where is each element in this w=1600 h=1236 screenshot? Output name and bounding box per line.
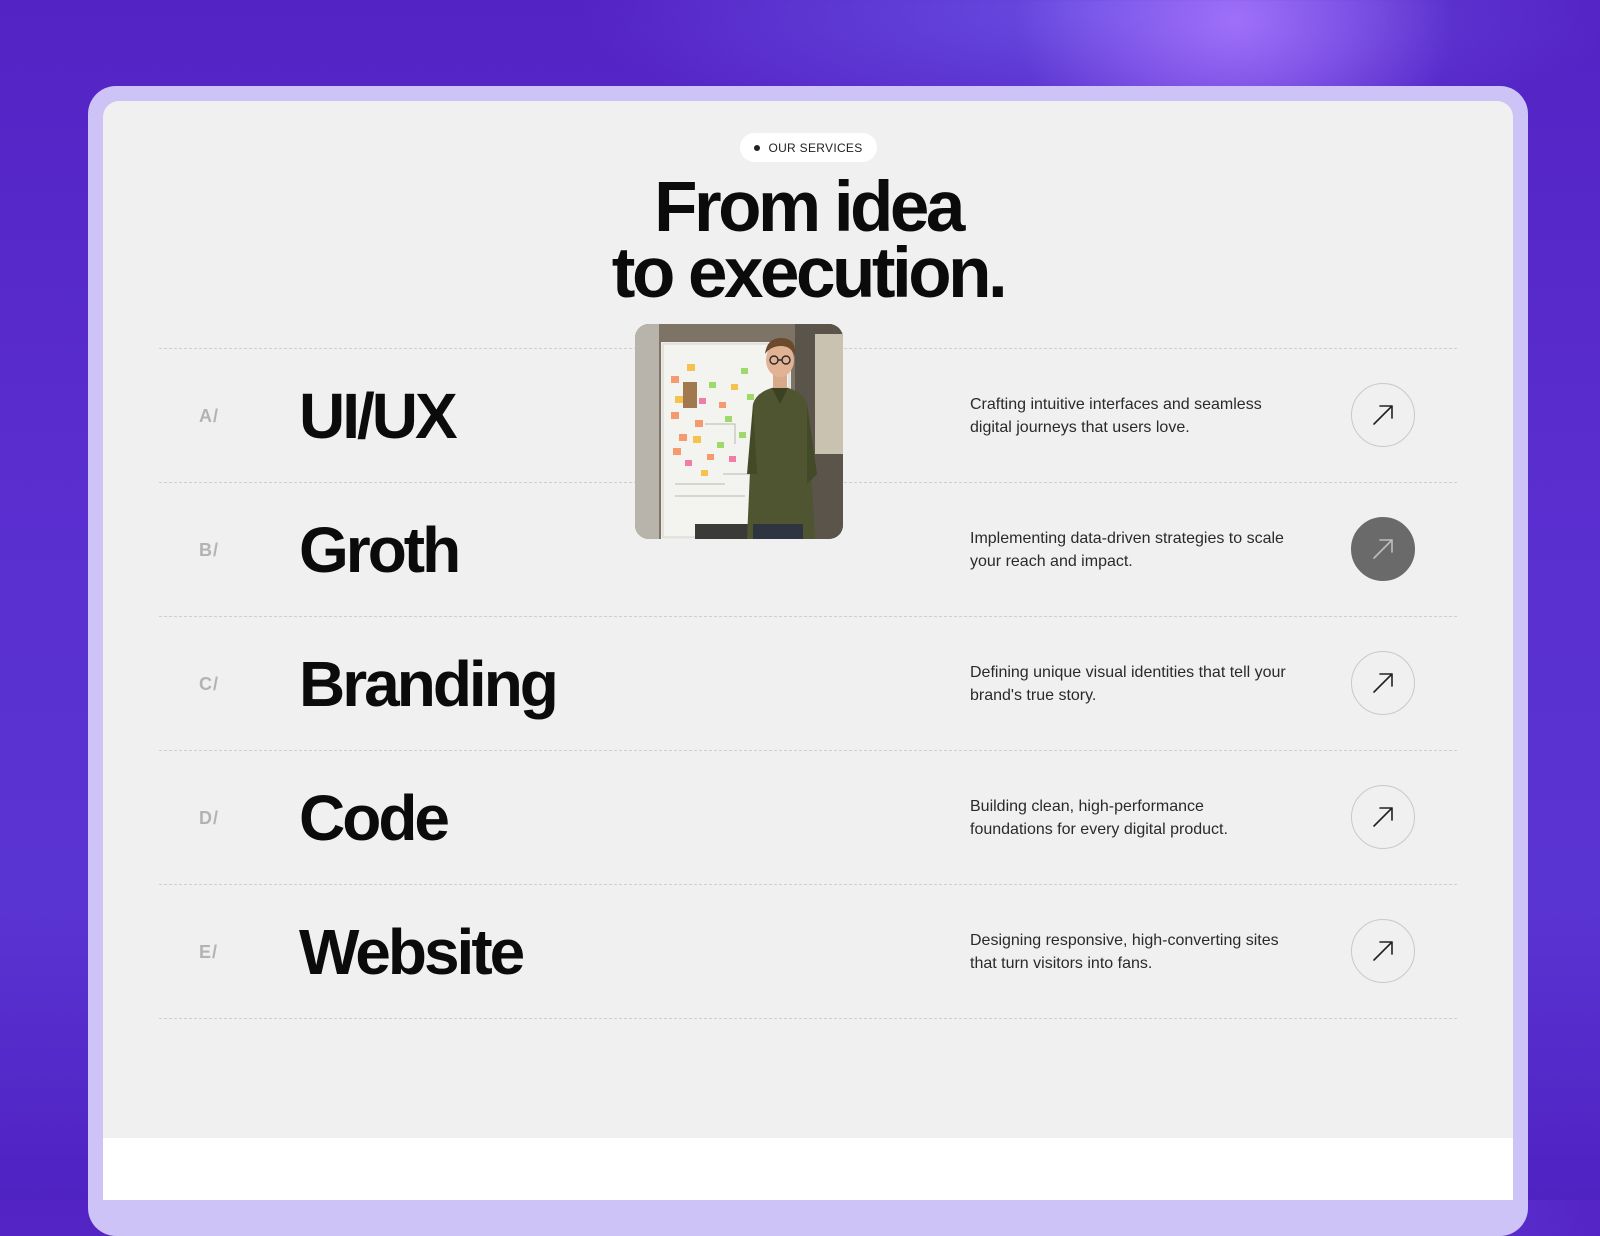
- service-description: Designing responsive, high-converting si…: [970, 932, 1279, 972]
- service-title: Groth: [299, 514, 461, 586]
- arrow-up-right-icon: [1373, 405, 1393, 425]
- service-row-website[interactable]: E/ Website Designing responsive, high-co…: [159, 884, 1457, 1019]
- service-open-button[interactable]: [1351, 919, 1415, 983]
- service-description: Implementing data-driven strategies to s…: [970, 530, 1284, 570]
- page-title: From idea to execution.: [400, 168, 1216, 313]
- arrow-up-right-icon: [1373, 673, 1393, 693]
- service-open-button[interactable]: [1351, 517, 1415, 581]
- service-title: Code: [299, 782, 450, 854]
- next-section: [103, 1138, 1513, 1200]
- service-hover-photo: [635, 324, 843, 539]
- service-letter: C/: [199, 673, 219, 694]
- section-badge-label: OUR SERVICES: [768, 140, 863, 155]
- service-open-button[interactable]: [1351, 383, 1415, 447]
- service-title: Website: [299, 916, 525, 988]
- service-row-code[interactable]: D/ Code Building clean, high-performance…: [159, 750, 1457, 884]
- dot-icon: [754, 144, 761, 151]
- service-letter: B/: [199, 539, 219, 560]
- service-description: Crafting intuitive interfaces and seamle…: [970, 396, 1262, 436]
- arrow-up-right-icon: [1373, 539, 1393, 559]
- arrow-up-right-icon: [1373, 941, 1393, 961]
- service-description: Defining unique visual identities that t…: [970, 664, 1286, 704]
- service-open-button[interactable]: [1351, 651, 1415, 715]
- page-title-line-2: to execution.: [611, 234, 1008, 313]
- service-description: Building clean, high-performance foundat…: [970, 798, 1228, 838]
- arrow-up-right-icon: [1373, 807, 1393, 827]
- page-title-line-1: From idea: [654, 168, 965, 247]
- service-open-button[interactable]: [1351, 785, 1415, 849]
- service-title: UI/UX: [299, 380, 458, 452]
- service-letter: E/: [199, 941, 219, 962]
- service-row-branding[interactable]: C/ Branding Defining unique visual ident…: [159, 616, 1457, 750]
- person-photo-image: [635, 324, 843, 539]
- service-letter: A/: [199, 405, 219, 426]
- section-badge: OUR SERVICES: [740, 133, 877, 162]
- service-title: Branding: [299, 648, 559, 720]
- service-letter: D/: [199, 807, 219, 828]
